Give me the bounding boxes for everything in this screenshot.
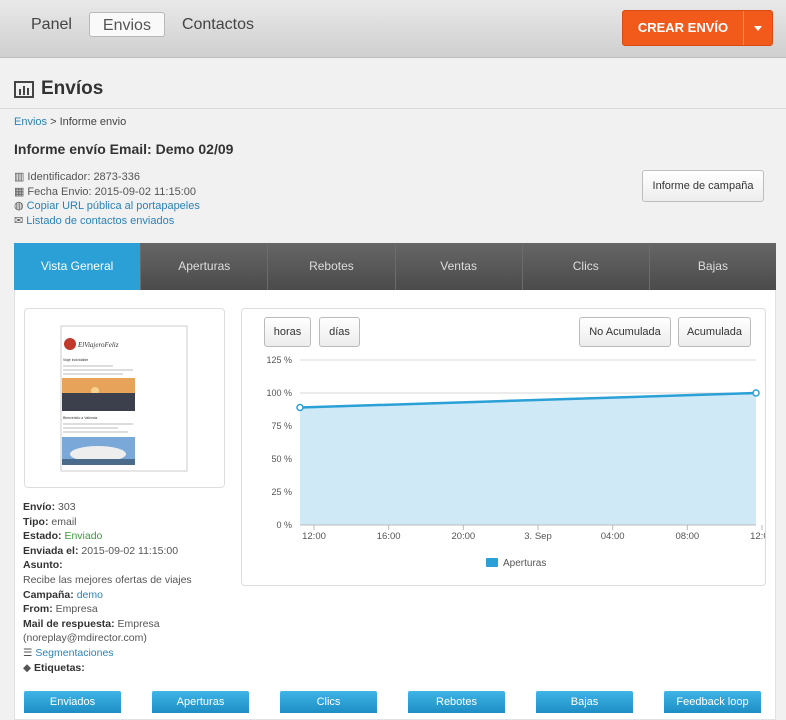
- x-tick-label: 12:00: [302, 531, 326, 542]
- series-area: [300, 393, 756, 525]
- nav-contactos[interactable]: Contactos: [169, 12, 267, 37]
- asunto-value: Recibe las mejores ofertas de viajes: [23, 573, 192, 586]
- barcode-icon: ▥: [14, 171, 25, 183]
- tab-vista-general[interactable]: Vista General: [14, 243, 142, 297]
- globe-icon: ◍: [14, 200, 24, 212]
- bar-chart-icon: [14, 80, 34, 98]
- estado-label: Estado:: [23, 530, 62, 543]
- list-icon: ☰: [23, 646, 33, 659]
- mail-respuesta-label: Mail de respuesta:: [23, 617, 115, 630]
- divider: [0, 108, 786, 109]
- stat-bajas-button[interactable]: Bajas: [536, 691, 633, 713]
- segmentaciones-link[interactable]: Segmentaciones: [35, 647, 113, 659]
- x-tick-label: 04:00: [601, 531, 625, 542]
- preview-caption-1: Viaje inolvidable: [63, 358, 88, 362]
- envelope-icon: ✉: [14, 214, 24, 227]
- logo-icon: [64, 338, 76, 350]
- legend-label: Aperturas: [503, 558, 546, 569]
- nav-panel[interactable]: Panel: [18, 12, 85, 37]
- email-thumbnail: ElViajeroFeliz Viaje inolvidable Bienven…: [60, 325, 188, 472]
- calendar-icon: ▦: [14, 185, 25, 198]
- breadcrumb-current: > Informe envio: [50, 116, 127, 128]
- page-title: Envíos: [14, 78, 103, 100]
- date-text: Fecha Envio: 2015-09-02 11:15:00: [27, 185, 196, 198]
- tab-rebotes[interactable]: Rebotes: [268, 243, 396, 290]
- report-meta: ▥ Identificador: 2873-336 ▦ Fecha Envio: 2…: [14, 170, 200, 228]
- top-bar: Panel Envios Contactos CREAR ENVÍO: [0, 0, 786, 58]
- tipo-label: Tipo:: [23, 515, 49, 528]
- identifier-text: Identificador: 2873-336: [27, 171, 140, 183]
- y-tick-label: 50 %: [271, 454, 292, 464]
- stat-feedback-loop-button[interactable]: Feedback loop: [664, 691, 761, 713]
- preview-caption-2: Bienvenido a Valencia: [63, 416, 97, 420]
- stat-buttons: Enviados Aperturas Clics Rebotes Bajas F…: [24, 691, 764, 713]
- x-tick-label: 16:00: [377, 531, 401, 542]
- enviada-value: 2015-09-02 11:15:00: [81, 544, 179, 557]
- tab-ventas[interactable]: Ventas: [395, 243, 523, 290]
- create-envio-button[interactable]: CREAR ENVÍO: [622, 10, 773, 46]
- from-value: Empresa: [55, 603, 98, 616]
- etiquetas-label: Etiquetas:: [34, 661, 85, 674]
- stat-clics-button[interactable]: Clics: [280, 691, 377, 713]
- y-tick-label: 125 %: [266, 355, 292, 365]
- stat-aperturas-button[interactable]: Aperturas: [152, 691, 249, 713]
- tab-clics[interactable]: Clics: [522, 243, 650, 290]
- email-preview[interactable]: ElViajeroFeliz Viaje inolvidable Bienven…: [24, 308, 225, 488]
- dropdown-caret-icon[interactable]: [744, 11, 772, 45]
- chart-container: horas días No Acumulada Acumulada 125 % 1…: [241, 308, 766, 586]
- campana-link[interactable]: demo: [77, 589, 103, 601]
- y-tick-label: 75 %: [271, 421, 292, 431]
- tab-aperturas[interactable]: Aperturas: [141, 243, 269, 290]
- data-point: [752, 389, 760, 397]
- breadcrumb-envios-link[interactable]: Envios: [14, 116, 47, 128]
- data-point: [296, 403, 304, 412]
- y-tick-label: 25 %: [271, 487, 292, 497]
- report-title: Informe envío Email: Demo 02/09: [14, 141, 234, 157]
- x-tick-label: 08:00: [675, 531, 699, 542]
- page-title-text: Envíos: [41, 78, 104, 99]
- copy-url-link[interactable]: Copiar URL pública al portapapeles: [27, 199, 200, 214]
- campana-label: Campaña:: [23, 588, 74, 601]
- envio-value: 303: [58, 501, 76, 513]
- logo-text: ElViajeroFeliz: [77, 341, 119, 349]
- contacts-list-link[interactable]: Listado de contactos enviados: [26, 214, 174, 229]
- envio-details: Envío: 303 Tipo: email Estado: Enviado E…: [23, 500, 223, 675]
- estado-value: Enviado: [64, 530, 103, 543]
- y-tick-label: 100 %: [266, 388, 292, 398]
- stat-enviados-button[interactable]: Enviados: [24, 691, 121, 713]
- envio-label: Envío:: [23, 501, 56, 513]
- tags-icon: ◆: [23, 661, 32, 674]
- main-nav: Panel Envios Contactos: [18, 12, 267, 37]
- report-tabs: Vista General Aperturas Rebotes Ventas C…: [14, 243, 777, 297]
- legend-swatch: [486, 558, 498, 567]
- create-envio-label: CREAR ENVÍO: [623, 11, 744, 45]
- tipo-value: email: [51, 515, 77, 528]
- x-tick-label: 20:00: [451, 531, 475, 542]
- x-tick-label: 12:00: [750, 531, 765, 542]
- x-tick-label: 3. Sep: [524, 531, 551, 542]
- asunto-label: Asunto:: [23, 559, 63, 572]
- apertures-chart: 125 % 100 % 75 % 50 % 25 % 0 % 12:00 16:00 20:00…: [266, 355, 765, 569]
- enviada-label: Enviada el:: [23, 544, 79, 557]
- tab-bajas[interactable]: Bajas: [649, 243, 777, 290]
- breadcrumb: Envios > Informe envio: [14, 116, 126, 128]
- from-label: From:: [23, 603, 53, 616]
- nav-envios[interactable]: Envios: [88, 12, 165, 37]
- y-tick-label: 0 %: [276, 520, 292, 530]
- campaign-report-button[interactable]: Informe de campaña: [642, 170, 764, 202]
- stat-rebotes-button[interactable]: Rebotes: [408, 691, 505, 713]
